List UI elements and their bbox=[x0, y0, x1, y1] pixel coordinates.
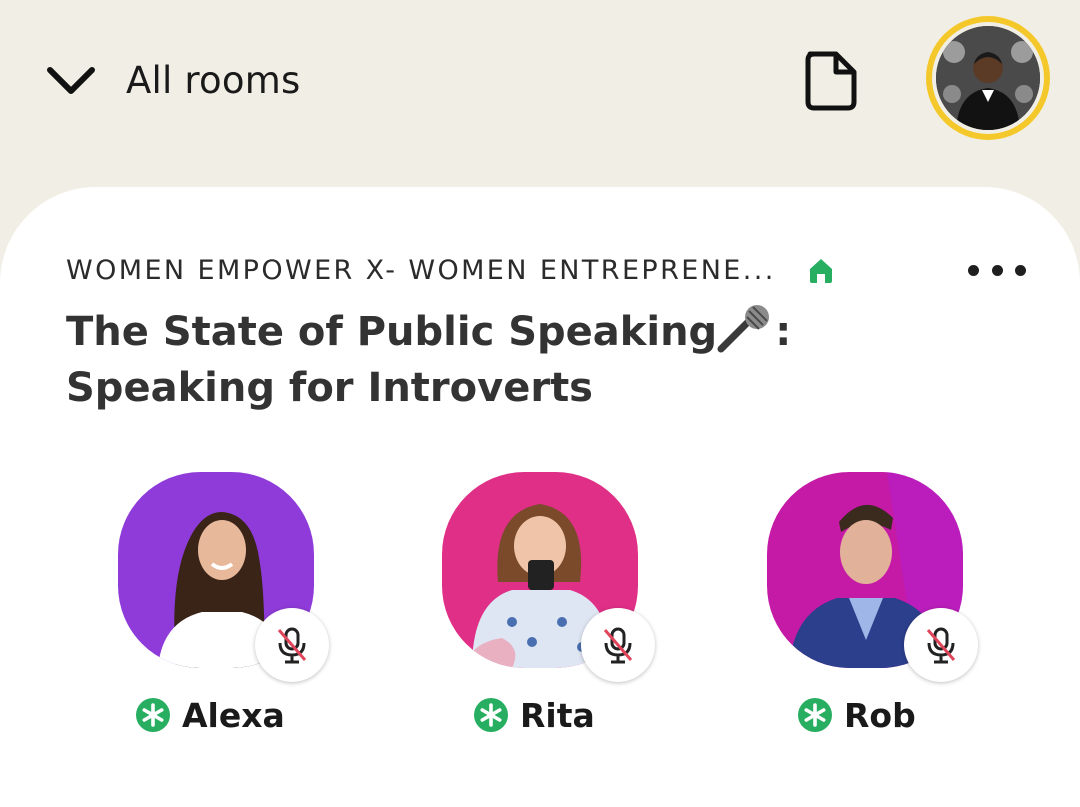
muted-badge bbox=[255, 608, 329, 682]
club-row: WOMEN EMPOWER X- WOMEN ENTREPRENE... bbox=[66, 250, 1026, 290]
profile-photo-icon bbox=[936, 26, 1040, 130]
club-name[interactable]: WOMEN EMPOWER X- WOMEN ENTREPRENE... bbox=[66, 255, 776, 286]
moderator-star-icon bbox=[136, 698, 170, 732]
speaker-tile[interactable] bbox=[118, 472, 329, 682]
room-title: The State of Public Speaking : Speaking … bbox=[66, 304, 966, 416]
all-rooms-label: All rooms bbox=[126, 58, 301, 102]
room-title-line1: The State of Public Speaking bbox=[66, 309, 718, 355]
speaker-name-label: Rob bbox=[844, 695, 916, 735]
avatar bbox=[936, 26, 1040, 130]
speaker-name-label: Alexa bbox=[182, 695, 285, 735]
document-icon[interactable] bbox=[800, 48, 862, 112]
speaker-name: Rita bbox=[474, 695, 595, 735]
mic-off-icon bbox=[603, 627, 633, 664]
speaker-tile[interactable] bbox=[767, 472, 978, 682]
room-title-line2: Speaking for Introverts bbox=[66, 365, 593, 411]
chevron-down-icon bbox=[47, 67, 95, 94]
top-bar: All rooms bbox=[0, 0, 1080, 190]
room-title-colon: : bbox=[775, 309, 792, 355]
all-rooms-button[interactable]: All rooms bbox=[44, 52, 300, 108]
muted-badge bbox=[904, 608, 978, 682]
more-options-button[interactable] bbox=[968, 256, 1026, 284]
speaker-name: Alexa bbox=[136, 695, 285, 735]
speaker-tile[interactable] bbox=[442, 472, 655, 682]
mic-off-icon bbox=[277, 627, 307, 664]
mic-off-icon bbox=[926, 627, 956, 664]
muted-badge bbox=[581, 608, 655, 682]
more-icon bbox=[968, 264, 979, 276]
home-icon bbox=[809, 259, 832, 283]
speaker-name: Rob bbox=[798, 695, 916, 735]
moderator-star-icon bbox=[798, 698, 832, 732]
speaker-name-label: Rita bbox=[520, 695, 595, 735]
profile-avatar-button[interactable] bbox=[926, 16, 1050, 140]
microphone-icon bbox=[717, 305, 770, 353]
moderator-star-icon bbox=[474, 698, 508, 732]
